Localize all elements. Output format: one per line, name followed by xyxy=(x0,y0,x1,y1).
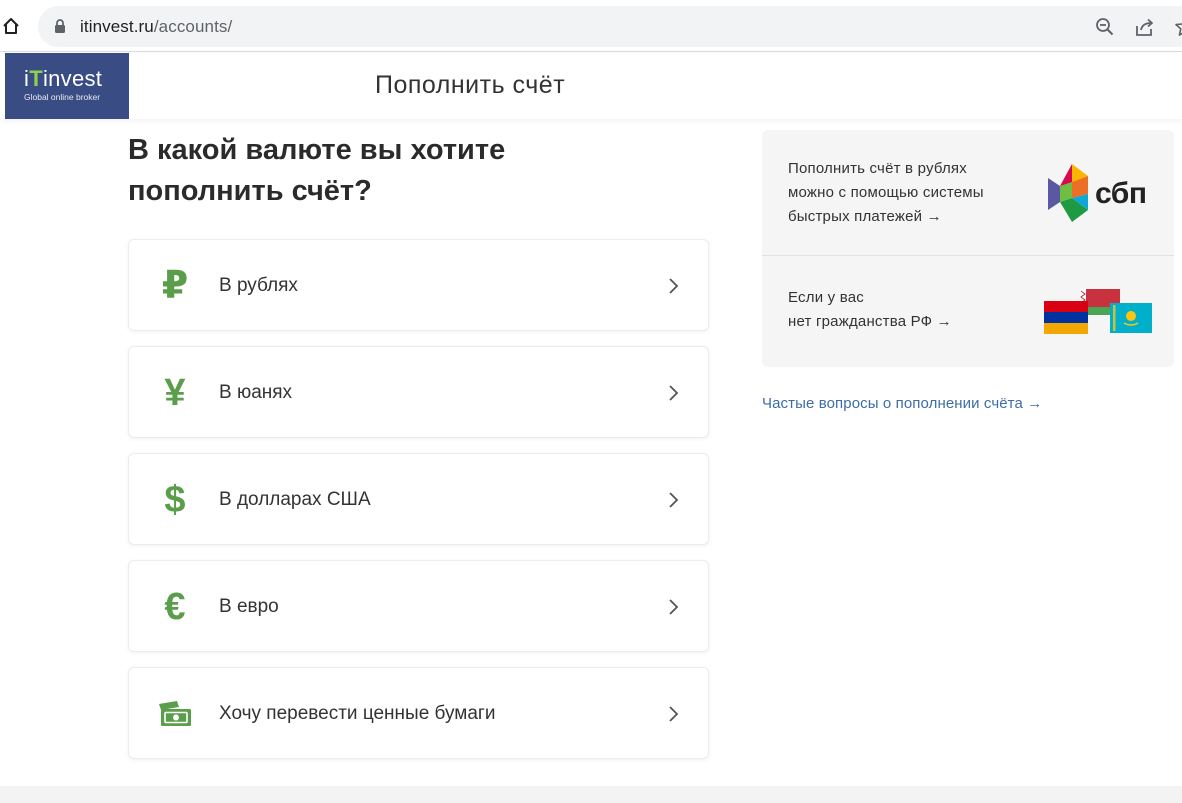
question-line-2: пополнить счёт? xyxy=(128,175,372,207)
browser-toolbar: itinvest.ru/accounts/ xyxy=(0,0,1182,52)
sbp-text-line: быстрых платежей → xyxy=(788,208,942,225)
option-usd[interactable]: $ В долларах США xyxy=(128,453,709,545)
option-label: В юанях xyxy=(219,382,293,403)
footer-strip xyxy=(0,786,1182,803)
ruble-icon: ₽ xyxy=(161,265,189,307)
non-resident-line: нет гражданства РФ → xyxy=(788,313,952,330)
chevron-right-icon xyxy=(669,599,679,615)
non-resident-link[interactable]: Если у вас нет гражданства РФ → xyxy=(762,257,1174,367)
sbp-logo-text: сбп xyxy=(1095,177,1147,210)
address-bar[interactable]: itinvest.ru/accounts/ xyxy=(38,6,1182,47)
option-securities[interactable]: Хочу перевести ценные бумаги xyxy=(128,667,709,759)
bookmark-star-icon[interactable] xyxy=(1174,16,1182,38)
chevron-right-icon xyxy=(669,492,679,508)
logo-wordmark: iTinvest xyxy=(24,68,102,90)
chevron-right-icon xyxy=(669,706,679,722)
url-text[interactable]: itinvest.ru/accounts/ xyxy=(80,17,232,37)
url-path: /accounts/ xyxy=(153,17,233,36)
currency-options: ₽ В рублях ¥ В юанях $ В долларах США € … xyxy=(128,239,709,774)
chevron-right-icon xyxy=(669,278,679,294)
euro-icon: € xyxy=(164,586,186,628)
home-button[interactable] xyxy=(0,14,22,38)
logo-tagline: Global online broker xyxy=(24,92,101,102)
sbp-text-line: Пополнить счёт в рублях xyxy=(788,160,967,177)
itinvest-logo[interactable]: iTinvest Global online broker xyxy=(5,53,129,119)
option-label: В евро xyxy=(219,596,279,617)
option-label: В долларах США xyxy=(219,489,371,510)
logo-word-invest: invest xyxy=(42,66,103,91)
share-icon[interactable] xyxy=(1134,16,1156,38)
option-label: В рублях xyxy=(219,275,298,296)
yuan-icon: ¥ xyxy=(164,372,186,414)
dollar-icon: $ xyxy=(164,479,186,521)
option-yuan[interactable]: ¥ В юанях xyxy=(128,346,709,438)
sbp-text: Пополнить счёт в рублях можно с помощью … xyxy=(788,157,1018,229)
securities-icon xyxy=(157,696,193,732)
zoom-out-icon[interactable] xyxy=(1095,17,1115,37)
logo-letter-t: T xyxy=(29,66,43,91)
sbp-text-line: можно с помощью системы xyxy=(788,184,984,201)
option-label: Хочу перевести ценные бумаги xyxy=(219,703,496,724)
sbp-promo[interactable]: Пополнить счёт в рублях можно с помощью … xyxy=(762,130,1174,256)
chevron-right-icon xyxy=(669,385,679,401)
site-header: iTinvest Global online broker Пополнить … xyxy=(0,53,1182,119)
non-resident-text: Если у вас нет гражданства РФ → xyxy=(788,286,1018,334)
url-host: itinvest.ru xyxy=(80,17,154,36)
flags-icon xyxy=(1044,289,1152,334)
lock-icon[interactable] xyxy=(53,18,67,34)
non-resident-line: Если у вас xyxy=(788,289,864,306)
home-icon xyxy=(3,18,19,34)
faq-link[interactable]: Частые вопросы о пополнении счёта → xyxy=(762,395,1042,412)
side-panel: Пополнить счёт в рублях можно с помощью … xyxy=(762,130,1174,367)
page-title: Пополнить счёт xyxy=(375,71,566,99)
question-line-1: В какой валюте вы хотите xyxy=(128,134,506,166)
option-rubles[interactable]: ₽ В рублях xyxy=(128,239,709,331)
option-euro[interactable]: € В евро xyxy=(128,560,709,652)
currency-question: В какой валюте вы хотите пополнить счёт? xyxy=(128,130,688,212)
